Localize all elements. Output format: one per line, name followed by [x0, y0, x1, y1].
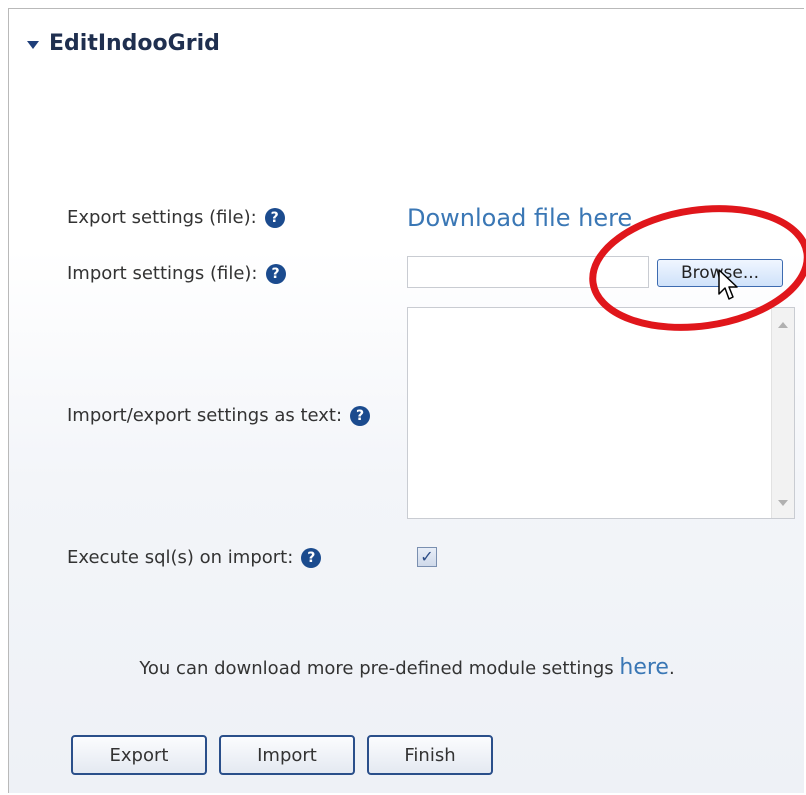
triangle-down-icon[interactable]	[27, 40, 39, 49]
more-settings-text: You can download more pre-defined module…	[139, 658, 620, 679]
section-header[interactable]: EditIndooGrid	[27, 31, 220, 56]
import-settings-label: Import settings (file):	[67, 263, 258, 284]
help-icon[interactable]: ?	[301, 547, 322, 568]
settings-panel: EditIndooGrid Export settings (file): ? …	[8, 8, 804, 793]
section-title: EditIndooGrid	[49, 31, 220, 56]
import-button[interactable]: Import	[219, 735, 355, 775]
scroll-up-arrow-icon[interactable]	[778, 322, 788, 328]
export-settings-label: Export settings (file):	[67, 207, 257, 228]
checkmark-icon: ✓	[420, 547, 434, 566]
text-settings-row: Import/export settings as text: ?	[67, 405, 371, 426]
help-icon[interactable]: ?	[265, 263, 286, 284]
finish-button[interactable]: Finish	[367, 735, 493, 775]
help-icon[interactable]: ?	[350, 405, 371, 426]
text-settings-label: Import/export settings as text:	[67, 405, 343, 426]
import-settings-row: Import settings (file): ?	[67, 263, 286, 284]
import-file-input[interactable]	[407, 256, 649, 288]
execute-sql-row: Execute sql(s) on import: ?	[67, 547, 322, 568]
textarea-scrollbar[interactable]	[771, 308, 794, 518]
export-button[interactable]: Export	[71, 735, 207, 775]
scroll-down-arrow-icon[interactable]	[778, 500, 788, 506]
more-settings-suffix: .	[668, 658, 675, 679]
execute-sql-label: Execute sql(s) on import:	[67, 547, 294, 568]
more-settings-line: You can download more pre-defined module…	[9, 655, 805, 680]
more-settings-link[interactable]: here	[619, 655, 669, 680]
export-settings-row: Export settings (file): ?	[67, 207, 285, 228]
settings-textarea[interactable]	[407, 307, 795, 519]
browse-button[interactable]: Browse...	[657, 259, 783, 287]
help-icon[interactable]: ?	[264, 207, 285, 228]
download-file-link[interactable]: Download file here	[407, 204, 632, 232]
execute-sql-checkbox[interactable]: ✓	[417, 547, 437, 567]
